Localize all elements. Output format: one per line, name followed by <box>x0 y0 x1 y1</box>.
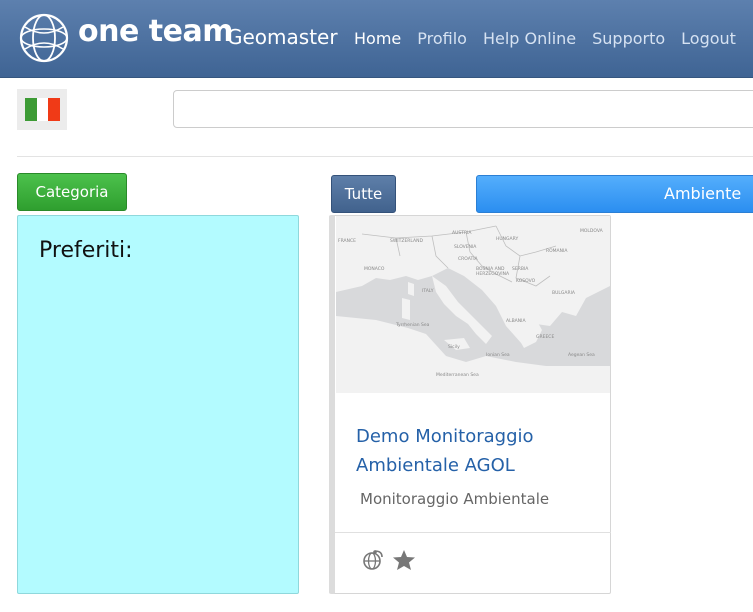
svg-text:Tyrrhenian Sea: Tyrrhenian Sea <box>395 322 430 328</box>
svg-text:Mediterranean Sea: Mediterranean Sea <box>436 372 479 378</box>
nav-supporto[interactable]: Supporto <box>592 29 665 48</box>
nav-help-online[interactable]: Help Online <box>483 29 576 48</box>
svg-text:GREECE: GREECE <box>536 334 554 340</box>
category-button[interactable]: Categoria <box>17 173 127 211</box>
svg-text:BULGARIA: BULGARIA <box>552 290 576 296</box>
main-nav: Home Profilo Help Online Supporto Logout <box>354 29 752 48</box>
svg-text:Aegean Sea: Aegean Sea <box>568 352 595 358</box>
top-navbar: one team Geomaster Home Profilo Help Onl… <box>0 0 753 78</box>
svg-text:SLOVENIA: SLOVENIA <box>454 244 477 250</box>
favorites-panel: Preferiti: <box>17 215 299 594</box>
nav-home[interactable]: Home <box>354 29 401 48</box>
svg-text:CROATIA: CROATIA <box>458 256 479 262</box>
nav-profilo[interactable]: Profilo <box>417 29 467 48</box>
all-filter-button[interactable]: Tutte <box>331 175 396 213</box>
star-icon[interactable] <box>392 549 416 571</box>
divider <box>17 156 753 157</box>
svg-text:HUNGARY: HUNGARY <box>496 236 518 242</box>
svg-text:MOLDOVA: MOLDOVA <box>580 228 604 234</box>
italy-flag-icon <box>25 98 61 121</box>
svg-text:Ionian Sea: Ionian Sea <box>486 352 510 358</box>
card-divider <box>335 532 611 533</box>
svg-text:ROMANIA: ROMANIA <box>546 248 568 254</box>
search-input[interactable] <box>173 90 753 128</box>
globe-link-icon[interactable] <box>362 549 384 571</box>
brand-name: one team <box>78 14 233 49</box>
environment-filter-button[interactable]: Ambiente <box>476 175 753 213</box>
svg-text:ALBANIA: ALBANIA <box>506 318 526 324</box>
svg-text:KOSOVO: KOSOVO <box>516 278 536 284</box>
svg-text:SWITZERLAND: SWITZERLAND <box>390 238 423 244</box>
language-selector[interactable] <box>17 89 67 130</box>
favorites-title: Preferiti: <box>39 238 133 263</box>
card-actions <box>362 549 416 571</box>
globe-logo-icon <box>19 13 69 63</box>
svg-text:FRANCE: FRANCE <box>338 238 356 244</box>
svg-text:MONACO: MONACO <box>364 266 385 272</box>
card-title[interactable]: Demo Monitoraggio Ambientale AGOL <box>356 422 596 480</box>
nav-logout[interactable]: Logout <box>681 29 736 48</box>
product-name: Geomaster <box>227 25 338 49</box>
svg-text:HERZEGOVINA: HERZEGOVINA <box>476 271 510 277</box>
card-category: Monitoraggio Ambientale <box>360 490 550 508</box>
svg-text:SERBIA: SERBIA <box>512 266 529 272</box>
map-thumbnail[interactable]: FRANCE SWITZERLAND AUSTRIA HUNGARY ROMANIA M… <box>336 216 610 393</box>
svg-text:AUSTRIA: AUSTRIA <box>452 230 472 236</box>
svg-text:ITALY: ITALY <box>422 288 434 294</box>
app-card[interactable]: FRANCE SWITZERLAND AUSTRIA HUNGARY ROMANIA M… <box>329 215 611 594</box>
svg-text:Sicily: Sicily <box>448 344 460 350</box>
